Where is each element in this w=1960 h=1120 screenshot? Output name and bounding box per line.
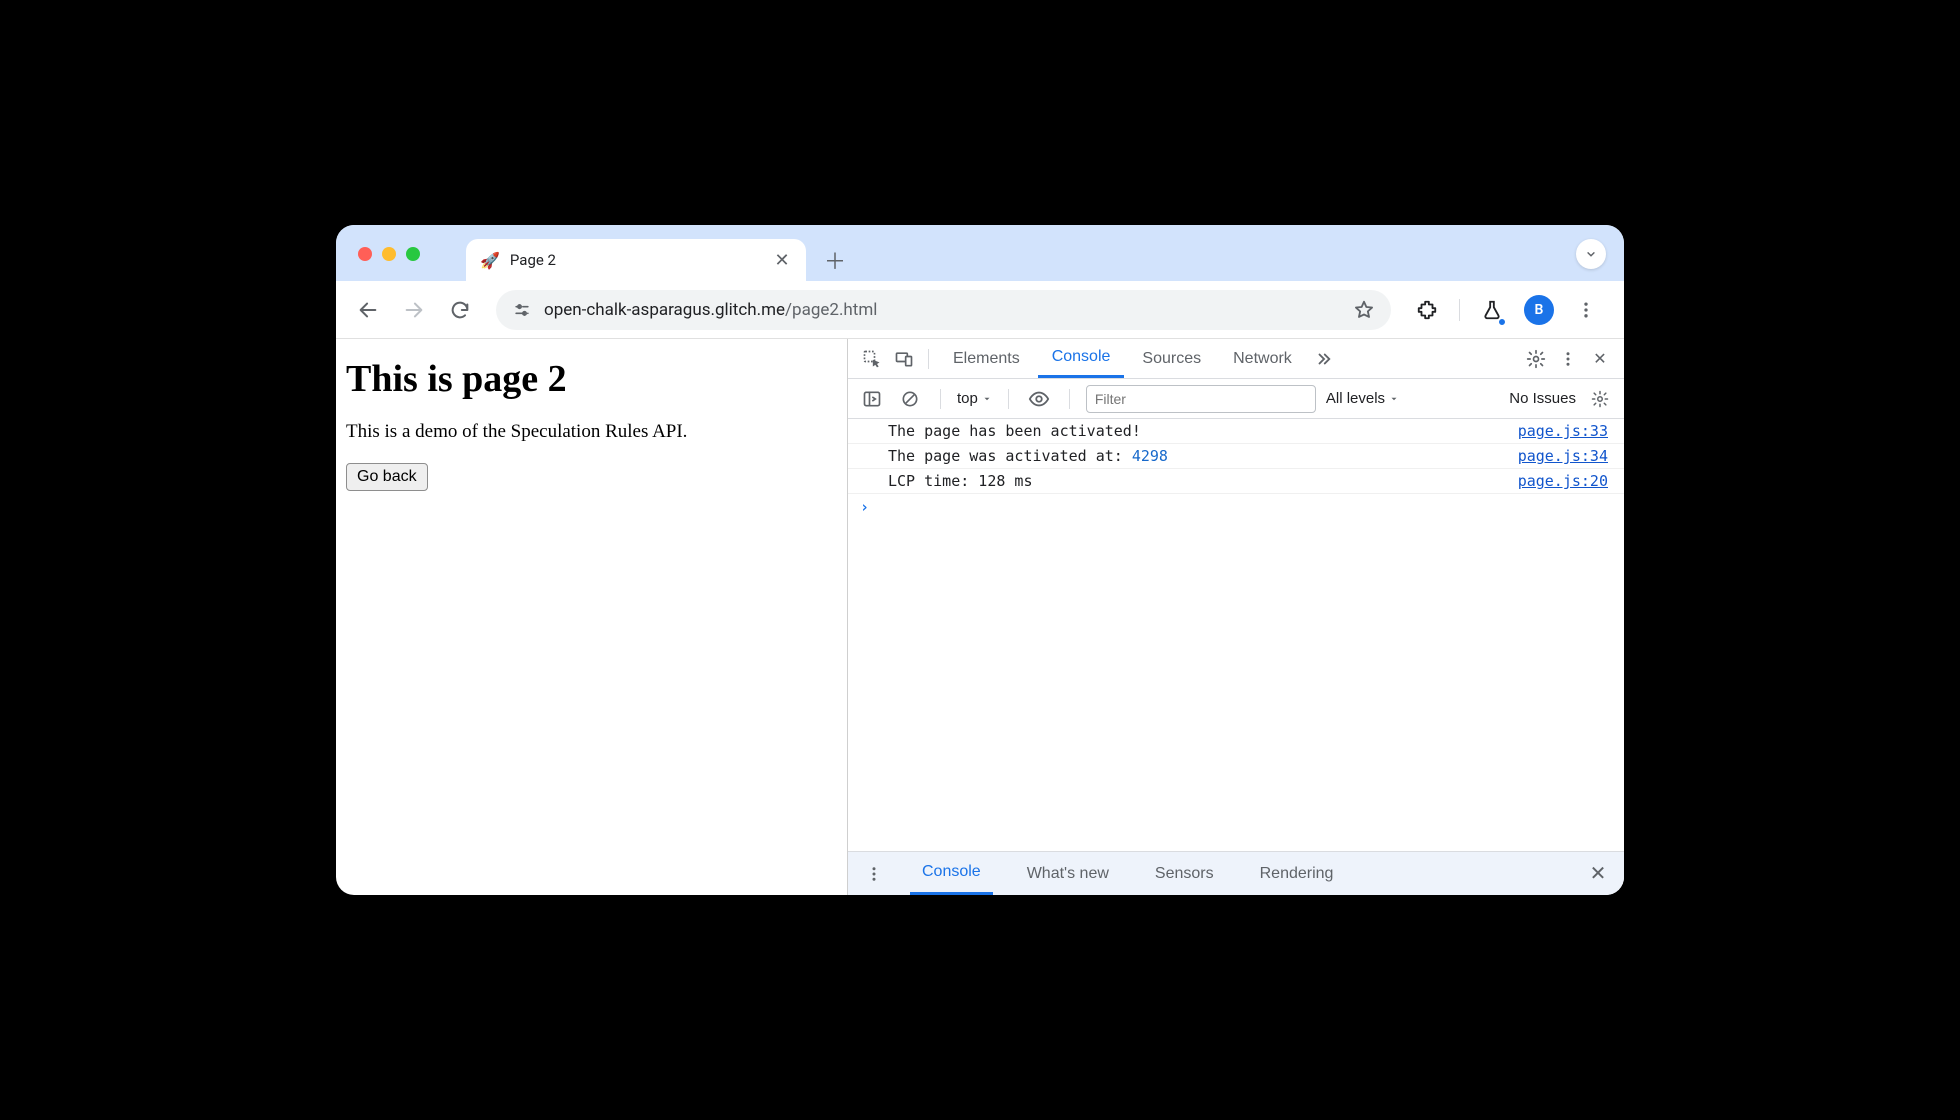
drawer-tab-rendering[interactable]: Rendering (1248, 852, 1346, 895)
tab-title: Page 2 (510, 251, 556, 269)
drawer-tab-sensors[interactable]: Sensors (1143, 852, 1226, 895)
maximize-window-button[interactable] (406, 247, 420, 261)
toolbar-right: B (1409, 292, 1610, 328)
drawer-close-icon[interactable]: ✕ (1584, 860, 1612, 888)
devtools-close-icon[interactable]: ✕ (1586, 345, 1614, 373)
tab-favicon-icon: 🚀 (480, 251, 500, 270)
page-paragraph: This is a demo of the Speculation Rules … (346, 421, 837, 443)
console-prompt[interactable]: › (848, 494, 1624, 520)
log-message: LCP time: 128 ms (888, 472, 1033, 490)
address-bar[interactable]: open-chalk-asparagus.glitch.me/page2.htm… (496, 290, 1391, 330)
console-toolbar: top All levels No Issues (848, 379, 1624, 419)
console-log-row: The page has been activated! page.js:33 (848, 419, 1624, 444)
url-text: open-chalk-asparagus.glitch.me/page2.htm… (544, 300, 877, 320)
back-button[interactable] (350, 292, 386, 328)
page-heading: This is page 2 (346, 357, 837, 401)
close-window-button[interactable] (358, 247, 372, 261)
filter-input[interactable] (1086, 385, 1316, 413)
console-log-row: LCP time: 128 ms page.js:20 (848, 469, 1624, 494)
tab-search-button[interactable] (1576, 239, 1606, 269)
webpage: This is page 2 This is a demo of the Spe… (336, 339, 848, 895)
context-selector[interactable]: top (957, 390, 992, 407)
bookmark-star-icon[interactable] (1353, 299, 1375, 321)
close-tab-icon[interactable]: ✕ (772, 250, 792, 270)
browser-window: 🚀 Page 2 ✕ ＋ open-chalk-asparagus.glitch… (336, 225, 1624, 895)
clear-console-icon[interactable] (896, 385, 924, 413)
tab-network[interactable]: Network (1219, 339, 1306, 378)
go-back-button[interactable]: Go back (346, 463, 428, 491)
log-source-link[interactable]: page.js:34 (1518, 447, 1608, 465)
log-source-link[interactable]: page.js:20 (1518, 472, 1608, 490)
tab-console[interactable]: Console (1038, 339, 1125, 378)
tab-sources[interactable]: Sources (1128, 339, 1215, 378)
reload-button[interactable] (442, 292, 478, 328)
devtools-tab-strip: Elements Console Sources Network ✕ (848, 339, 1624, 379)
chevron-down-icon (1389, 394, 1399, 404)
console-log-row: The page was activated at: 4298 page.js:… (848, 444, 1624, 469)
issues-status[interactable]: No Issues (1509, 390, 1576, 407)
chevron-down-icon (982, 394, 992, 404)
tab-strip: 🚀 Page 2 ✕ ＋ (336, 225, 1624, 281)
log-source-link[interactable]: page.js:33 (1518, 422, 1608, 440)
drawer-tab-whatsnew[interactable]: What's new (1015, 852, 1121, 895)
extensions-icon[interactable] (1409, 292, 1445, 328)
devtools-drawer: Console What's new Sensors Rendering ✕ (848, 851, 1624, 895)
devtools-panel: Elements Console Sources Network ✕ (848, 339, 1624, 895)
console-settings-icon[interactable] (1586, 385, 1614, 413)
experiments-icon[interactable] (1474, 292, 1510, 328)
devtools-settings-icon[interactable] (1522, 345, 1550, 373)
forward-button[interactable] (396, 292, 432, 328)
browser-toolbar: open-chalk-asparagus.glitch.me/page2.htm… (336, 281, 1624, 339)
chrome-menu-icon[interactable] (1568, 292, 1604, 328)
site-controls-icon[interactable] (512, 300, 532, 320)
toggle-sidebar-icon[interactable] (858, 385, 886, 413)
browser-tab[interactable]: 🚀 Page 2 ✕ (466, 239, 806, 281)
device-toggle-icon[interactable] (890, 345, 918, 373)
profile-avatar[interactable]: B (1524, 295, 1554, 325)
window-controls (358, 247, 420, 261)
chevron-down-icon (1584, 247, 1598, 261)
log-levels-selector[interactable]: All levels (1326, 390, 1399, 407)
drawer-tab-console[interactable]: Console (910, 852, 993, 895)
log-message: The page was activated at: 4298 (888, 447, 1168, 465)
inspect-element-icon[interactable] (858, 345, 886, 373)
new-tab-button[interactable]: ＋ (818, 243, 852, 277)
content-area: This is page 2 This is a demo of the Spe… (336, 339, 1624, 895)
live-expression-icon[interactable] (1025, 385, 1053, 413)
console-output: The page has been activated! page.js:33 … (848, 419, 1624, 851)
minimize-window-button[interactable] (382, 247, 396, 261)
separator (1459, 299, 1460, 321)
more-tabs-icon[interactable] (1310, 345, 1338, 373)
tab-elements[interactable]: Elements (939, 339, 1034, 378)
devtools-menu-icon[interactable] (1554, 345, 1582, 373)
drawer-menu-icon[interactable] (860, 860, 888, 888)
log-message: The page has been activated! (888, 422, 1141, 440)
